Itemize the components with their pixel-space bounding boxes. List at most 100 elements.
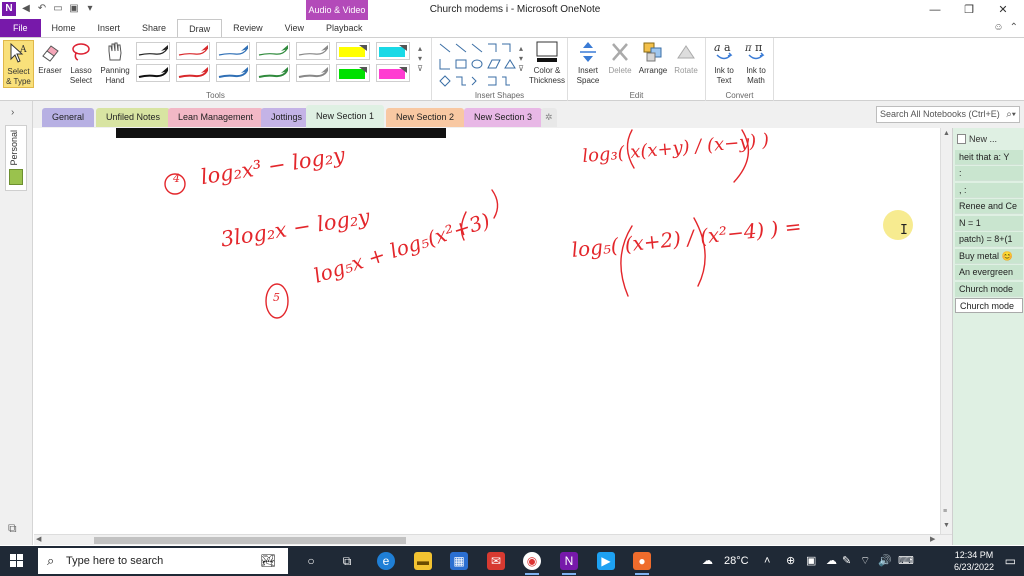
meet-now-icon[interactable]: ▣ <box>806 546 816 576</box>
tab-playback[interactable]: Playback <box>315 19 374 37</box>
page-item[interactable]: N = 1 <box>955 216 1023 231</box>
add-section-icon[interactable]: ✲ <box>541 108 557 127</box>
delete-button[interactable]: Delete <box>605 40 635 76</box>
taskbar-clock[interactable]: 12:34 PM 6/23/2022 <box>954 549 994 573</box>
mail-icon[interactable]: ✉ <box>487 552 505 570</box>
task-view-icon[interactable]: ⧉ <box>338 552 356 570</box>
onedrive-icon[interactable]: ☁ <box>826 546 837 576</box>
customize-qat-icon[interactable]: ▾ <box>84 3 96 15</box>
section-tab-new-section-3[interactable]: New Section 3 <box>464 108 543 127</box>
pen-swatch[interactable] <box>176 42 210 60</box>
section-tab-general[interactable]: General <box>42 108 95 127</box>
video-player-icon[interactable]: ▶ <box>597 552 615 570</box>
shapes-gallery-more-icon[interactable]: ▴ ▾ ⊽ <box>516 44 526 74</box>
scroll-right-icon[interactable]: ▶ <box>930 535 935 543</box>
tab-view[interactable]: View <box>274 19 315 37</box>
pen-swatch[interactable] <box>296 42 330 60</box>
section-tab-new-section-2[interactable]: New Section 2 <box>386 108 465 127</box>
page-item[interactable]: Buy metal 😊 <box>955 249 1023 264</box>
store-icon[interactable]: ▦ <box>450 552 468 570</box>
file-explorer-icon[interactable]: ▬ <box>414 552 432 570</box>
add-page-button[interactable]: New ... <box>957 132 1023 147</box>
weather-temperature[interactable]: 28°C <box>724 546 749 576</box>
rotate-button[interactable]: Rotate <box>670 40 702 76</box>
lasso-select-button[interactable]: Lasso Select <box>66 40 96 86</box>
select-type-button[interactable]: A Select & Type <box>3 40 34 88</box>
page-item-selected[interactable]: Church mode <box>955 298 1023 313</box>
full-page-view-icon[interactable]: ▣ <box>68 3 80 15</box>
pen-swatch[interactable] <box>296 64 330 82</box>
language-icon[interactable]: ⌨ <box>898 546 914 576</box>
network-icon[interactable]: ⌔ <box>860 546 870 576</box>
page-item[interactable]: heit that a: Y <box>955 150 1023 165</box>
minimize-button[interactable]: — <box>918 2 952 18</box>
page-item[interactable]: patch) = 8+(1 <box>955 232 1023 247</box>
tab-review[interactable]: Review <box>222 19 274 37</box>
search-notebooks-input[interactable]: Search All Notebooks (Ctrl+E) ⌕▾ <box>876 106 1020 123</box>
dock-icon[interactable]: ▭ <box>52 3 64 15</box>
page-canvas[interactable]: 4 log₂x³ − log₂y 3log₂x − log₂y 5 log₅x … <box>34 128 940 534</box>
section-tab-unfiled-notes[interactable]: Unfiled Notes <box>96 108 171 127</box>
ink-to-text-button[interactable]: a a Ink to Text <box>708 40 740 86</box>
tray-app-icon[interactable]: ⊕ <box>786 546 795 576</box>
tab-share[interactable]: Share <box>131 19 177 37</box>
vertical-scrollbar[interactable]: ▲ ≡ ▼ <box>940 128 952 534</box>
search-icon[interactable]: ⌕▾ <box>1006 107 1016 122</box>
highlighter-swatch[interactable] <box>376 64 410 82</box>
ribbon-collapse-icon[interactable]: ⌃ <box>1010 22 1018 33</box>
pen-swatch[interactable] <box>216 64 250 82</box>
eraser-button[interactable]: Eraser <box>36 40 64 76</box>
pen-swatch[interactable] <box>256 42 290 60</box>
onenote-taskbar-icon[interactable]: N <box>560 552 578 575</box>
chrome-icon[interactable]: ◉ <box>523 552 541 575</box>
notebook-personal[interactable]: Personal <box>5 125 27 191</box>
scroll-left-icon[interactable]: ◀ <box>36 535 41 543</box>
back-icon[interactable]: ◀ <box>20 3 32 15</box>
section-tab-lean-management[interactable]: Lean Management <box>168 108 264 127</box>
screen-recorder-icon[interactable]: ● <box>633 552 651 575</box>
pen-gallery-more-icon[interactable]: ▴ ▾ ⊽ <box>414 44 426 74</box>
cortana-icon[interactable]: ○ <box>302 552 320 570</box>
page-item[interactable]: : <box>955 166 1023 181</box>
tab-draw[interactable]: Draw <box>177 19 223 37</box>
weather-icon[interactable]: ☁ <box>702 546 713 576</box>
pen-swatch[interactable] <box>136 42 170 60</box>
pen-swatch[interactable] <box>216 42 250 60</box>
restore-button[interactable]: ❐ <box>952 2 986 18</box>
color-thickness-button[interactable]: Color & Thickness <box>528 40 566 86</box>
highlighter-swatch[interactable] <box>336 64 370 82</box>
tray-overflow-icon[interactable]: ˄ <box>764 546 770 576</box>
shapes-gallery[interactable] <box>437 41 517 87</box>
page-item[interactable]: , : <box>955 183 1023 198</box>
scroll-down-icon[interactable]: ▼ <box>943 522 950 529</box>
page-item[interactable]: Church mode <box>955 282 1023 297</box>
page-item[interactable]: Renee and Ce <box>955 199 1023 214</box>
scroll-thumb-grip-icon[interactable]: ≡ <box>943 508 947 515</box>
expand-notebooks-icon[interactable]: › <box>11 107 14 118</box>
tab-home[interactable]: Home <box>41 19 87 37</box>
pen-workspace-icon[interactable]: ✎ <box>842 546 851 576</box>
edge-icon[interactable]: e <box>377 552 395 570</box>
pen-swatch[interactable] <box>176 64 210 82</box>
panning-hand-button[interactable]: Panning Hand <box>98 40 132 86</box>
highlighter-swatch[interactable] <box>376 42 410 60</box>
tab-insert[interactable]: Insert <box>87 19 132 37</box>
section-tab-new-section-1[interactable]: New Section 1 <box>306 105 385 128</box>
undo-icon[interactable]: ↶ <box>36 3 48 15</box>
close-button[interactable]: ✕ <box>986 2 1020 18</box>
arrange-button[interactable]: Arrange <box>636 40 670 76</box>
start-button[interactable] <box>10 554 24 568</box>
speaker-icon[interactable]: 🔊 <box>878 546 892 576</box>
highlighter-swatch[interactable] <box>336 42 370 60</box>
section-tab-jottings[interactable]: Jottings <box>261 108 313 127</box>
horizontal-scroll-thumb[interactable] <box>94 537 406 544</box>
tab-file[interactable]: File <box>0 19 41 37</box>
taskbar-search-box[interactable]: ⌕ Type here to search 🏞 <box>38 548 288 574</box>
notifications-icon[interactable]: ▭ <box>1005 554 1016 568</box>
scroll-up-icon[interactable]: ▲ <box>943 130 950 137</box>
insert-space-button[interactable]: Insert Space <box>572 40 604 86</box>
quick-notes-icon[interactable]: ⧉ <box>8 521 17 536</box>
page-item[interactable]: An evergreen <box>955 265 1023 280</box>
smiley-icon[interactable]: ☺ <box>993 22 1003 33</box>
pen-swatch[interactable] <box>136 64 170 82</box>
